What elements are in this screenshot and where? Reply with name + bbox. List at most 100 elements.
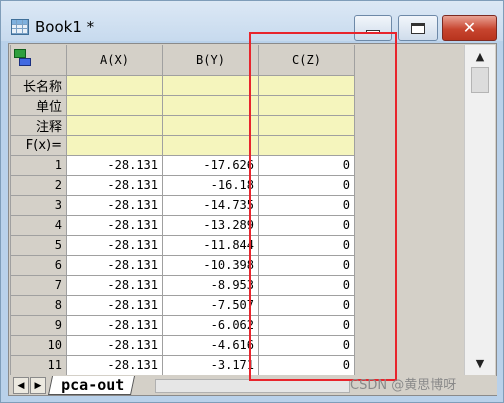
cell-a[interactable]: -28.131 (66, 154, 163, 176)
row-header[interactable]: 11 (10, 354, 67, 375)
title-bar[interactable]: Book1 * ✕ (1, 1, 503, 41)
meta-row: 单位 (10, 94, 460, 116)
table-row: 4 -28.131 -13.289 0 (10, 214, 460, 236)
meta-cell-b[interactable] (162, 94, 259, 116)
column-header-a[interactable]: A(X) (66, 45, 163, 76)
scroll-down-button[interactable]: ▼ (471, 354, 489, 372)
maximize-button[interactable] (398, 15, 438, 41)
table-row: 1 -28.131 -17.626 0 (10, 154, 460, 176)
tab-prev-button[interactable]: ◀ (13, 377, 29, 394)
cell-c[interactable]: 0 (258, 234, 355, 256)
meta-row-header[interactable]: 注释 (10, 114, 67, 136)
horizontal-scrollbar[interactable] (155, 379, 350, 393)
row-header[interactable]: 4 (10, 214, 67, 236)
sheet-corner[interactable] (10, 45, 67, 76)
tab-next-button[interactable]: ▶ (30, 377, 46, 394)
empty-area (354, 315, 460, 335)
chevron-up-icon: ▲ (475, 49, 485, 63)
row-header[interactable]: 7 (10, 274, 67, 296)
worksheet-grid: A(X) B(Y) C(Z) 长名称 单位 注释 F(x)= 1 -28.131 -17.… (10, 45, 463, 375)
cell-c[interactable]: 0 (258, 294, 355, 316)
cell-b[interactable]: -4.616 (162, 334, 259, 356)
chevron-right-icon: ▶ (34, 380, 42, 391)
row-header[interactable]: 9 (10, 314, 67, 336)
cell-a[interactable]: -28.131 (66, 354, 163, 375)
table-row: 10 -28.131 -4.616 0 (10, 334, 460, 356)
meta-cell-c[interactable] (258, 94, 355, 116)
meta-cell-a[interactable] (66, 94, 163, 116)
row-header[interactable]: 10 (10, 334, 67, 356)
cell-c[interactable]: 0 (258, 194, 355, 216)
meta-cell-b[interactable] (162, 134, 259, 156)
cell-b[interactable]: -17.626 (162, 154, 259, 176)
empty-area (354, 255, 460, 275)
cell-b[interactable]: -11.844 (162, 234, 259, 256)
row-header[interactable]: 3 (10, 194, 67, 216)
meta-cell-c[interactable] (258, 114, 355, 136)
workbook-window: Book1 * ✕ A(X) B(Y) C(Z) 长名称 单位 注释 F(x)=… (0, 0, 504, 403)
row-header[interactable]: 8 (10, 294, 67, 316)
cell-b[interactable]: -16.18 (162, 174, 259, 196)
column-header-c[interactable]: C(Z) (258, 45, 355, 76)
watermark: CSDN @黄思博呀 (350, 378, 457, 393)
cell-a[interactable]: -28.131 (66, 234, 163, 256)
cell-b[interactable]: -7.507 (162, 294, 259, 316)
cell-b[interactable]: -13.289 (162, 214, 259, 236)
column-header-b[interactable]: B(Y) (162, 45, 259, 76)
row-header[interactable]: 6 (10, 254, 67, 276)
empty-area (354, 155, 460, 175)
meta-cell-c[interactable] (258, 134, 355, 156)
cell-a[interactable]: -28.131 (66, 334, 163, 356)
scroll-thumb[interactable] (471, 67, 489, 93)
cell-b[interactable]: -10.398 (162, 254, 259, 276)
close-button[interactable]: ✕ (442, 15, 497, 41)
cell-c[interactable]: 0 (258, 154, 355, 176)
cell-b[interactable]: -14.735 (162, 194, 259, 216)
cell-b[interactable]: -8.953 (162, 274, 259, 296)
table-row: 8 -28.131 -7.507 0 (10, 294, 460, 316)
cell-c[interactable]: 0 (258, 254, 355, 276)
cell-c[interactable]: 0 (258, 334, 355, 356)
scroll-up-button[interactable]: ▲ (471, 47, 489, 65)
meta-row-header[interactable]: 长名称 (10, 74, 67, 96)
empty-area (354, 75, 460, 95)
meta-cell-a[interactable] (66, 74, 163, 96)
empty-area (354, 115, 460, 135)
cell-a[interactable]: -28.131 (66, 294, 163, 316)
meta-cell-b[interactable] (162, 114, 259, 136)
table-row: 6 -28.131 -10.398 0 (10, 254, 460, 276)
minimize-button[interactable] (354, 15, 392, 41)
empty-area (354, 195, 460, 215)
table-row: 3 -28.131 -14.735 0 (10, 194, 460, 216)
sheet-tab-pca-out[interactable]: pca-out (47, 376, 136, 395)
meta-row-header[interactable]: F(x)= (10, 134, 67, 156)
cell-b[interactable]: -6.062 (162, 314, 259, 336)
vertical-scrollbar[interactable]: ▲ ▼ (464, 45, 495, 375)
meta-row: F(x)= (10, 134, 460, 156)
cell-a[interactable]: -28.131 (66, 314, 163, 336)
meta-cell-c[interactable] (258, 74, 355, 96)
chevron-left-icon: ◀ (17, 380, 25, 391)
cell-c[interactable]: 0 (258, 174, 355, 196)
cell-c[interactable]: 0 (258, 354, 355, 375)
meta-cell-a[interactable] (66, 134, 163, 156)
meta-row-header[interactable]: 单位 (10, 94, 67, 116)
cell-a[interactable]: -28.131 (66, 274, 163, 296)
empty-area (354, 95, 460, 115)
row-header[interactable]: 2 (10, 174, 67, 196)
cell-c[interactable]: 0 (258, 214, 355, 236)
empty-area (354, 295, 460, 315)
cell-a[interactable]: -28.131 (66, 174, 163, 196)
meta-cell-b[interactable] (162, 74, 259, 96)
window-title: Book1 * (35, 18, 95, 36)
cell-c[interactable]: 0 (258, 274, 355, 296)
row-header[interactable]: 5 (10, 234, 67, 256)
cell-c[interactable]: 0 (258, 314, 355, 336)
cell-a[interactable]: -28.131 (66, 194, 163, 216)
row-header[interactable]: 1 (10, 154, 67, 176)
cell-a[interactable]: -28.131 (66, 254, 163, 276)
meta-cell-a[interactable] (66, 114, 163, 136)
cell-b[interactable]: -3.171 (162, 354, 259, 375)
spreadsheet-icon (11, 19, 29, 35)
cell-a[interactable]: -28.131 (66, 214, 163, 236)
